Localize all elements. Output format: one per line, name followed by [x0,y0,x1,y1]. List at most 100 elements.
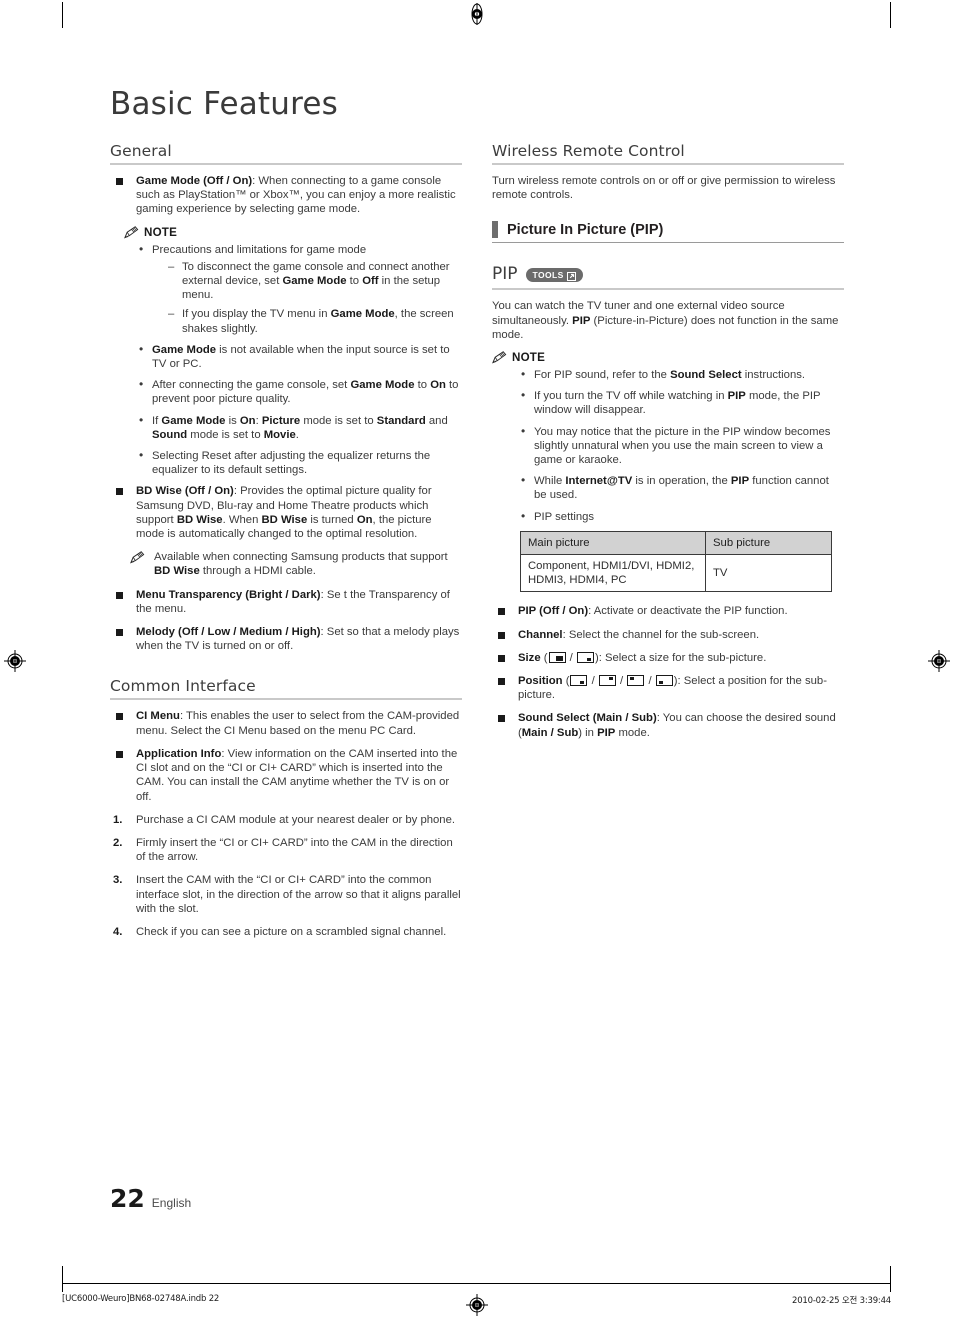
pip-size-small-icon [576,651,594,663]
list-item: Precautions and limitations for game mod… [138,242,462,336]
list-item-bd-wise: BD Wise (Off / On): Provides the optimal… [110,484,462,541]
square-bullet-icon [116,713,123,721]
sub-note-bd-wise: Available when connecting Samsung produc… [124,550,462,578]
sub-note-text: Available when connecting Samsung produc… [154,551,448,578]
note-list-general: Precautions and limitations for game mod… [138,242,462,478]
footer-timestamp: 2010-02-25 오전 3:39:44 [791,1296,891,1306]
list-item: While Internet@TV is in operation, the P… [520,473,844,502]
step-text: Firmly insert the “CI or CI+ CARD” into … [136,836,453,864]
note-list-pip: For PIP sound, refer to the Sound Select… [520,367,844,524]
list-item: Selecting Reset after adjusting the equa… [138,448,462,477]
note-header: NOTE [492,351,844,364]
square-bullet-icon [116,178,123,185]
item-label: Position [518,675,563,688]
step-number: 2. [113,836,123,849]
list-item-pip-sound-select: Sound Select (Main / Sub): You can choos… [492,711,844,739]
step-text: Purchase a CI CAM module at your nearest… [136,813,455,826]
list-item-melody: Melody (Off / Low / Medium / High): Set … [110,625,462,653]
pencil-icon [124,225,139,239]
item-label: Application Info [136,747,222,760]
pip-position-top-right-icon [598,675,616,687]
item-label: Channel [518,628,563,641]
note-text: Precautions and limitations for game mod… [152,243,367,256]
section-heading-wireless-remote-control: Wireless Remote Control [492,142,685,160]
square-bullet-icon [498,608,505,616]
square-bullet-icon [116,629,123,637]
registration-mark-icon [466,1294,488,1316]
crop-mark-top-right [890,2,891,28]
item-label: Size [518,651,541,664]
column-header-main-picture: Main picture [520,530,706,556]
page-number-block: 22 English [110,1184,191,1213]
crop-mark-bottom-left [62,1266,63,1292]
item-text: : Select a size for the sub-picture. [598,651,767,664]
left-column: General Game Mode (Off / On): When conne… [110,142,462,948]
divider [492,288,844,291]
list-item: You may notice that the picture in the P… [520,424,844,468]
item-text: : This enables the user to select from t… [136,710,460,737]
numbered-step: 4. Check if you can see a picture on a s… [110,925,462,939]
pip-settings-table: Main picture Sub picture Component, HDMI… [520,530,832,593]
numbered-step: 3. Insert the CAM with the “CI or CI+ CA… [110,873,462,916]
document-page: Basic Features General Game Mode (Off / … [0,0,954,1321]
item-label: Menu Transparency (Bright / Dark) [136,588,321,601]
subsection-picture-in-picture: Picture In Picture (PIP) [492,221,844,239]
pip-position-bottom-left-icon [655,675,673,687]
tools-badge[interactable]: TOOLS [525,268,583,283]
pencil-icon [492,351,507,364]
registration-mark-icon [928,650,950,672]
subsection-label: Picture In Picture (PIP) [507,221,664,238]
table-row: Component, HDMI1/DVI, HDMI2, HDMI3, HDMI… [520,554,832,593]
numbered-step: 1. Purchase a CI CAM module at your near… [110,813,462,827]
pip-position-top-left-icon [627,675,645,687]
list-item: PIP settings [520,509,844,524]
list-item-pip-channel: Channel: Select the channel for the sub-… [492,628,844,642]
divider [110,698,462,701]
tools-arrow-icon [566,271,576,281]
list-item-application-info: Application Info: View information on th… [110,747,462,804]
numbered-step: 2. Firmly insert the “CI or CI+ CARD” in… [110,836,462,864]
pencil-icon [130,551,145,564]
item-label: Game Mode (Off / On) [136,175,253,187]
square-bullet-icon [116,591,123,599]
column-header-sub-picture: Sub picture [705,530,832,556]
item-label: CI Menu [136,710,180,723]
square-bullet-icon [498,715,505,723]
cell-main-picture: Component, HDMI1/DVI, HDMI2, HDMI3, HDMI… [520,554,706,593]
registration-mark-icon [466,3,488,25]
list-item-pip-toggle: PIP (Off / On): Activate or deactivate t… [492,604,844,618]
square-bullet-icon [498,654,505,662]
item-text: : Activate or deactivate the PIP functio… [588,605,788,618]
list-item: If you display the TV menu in Game Mode,… [168,307,462,335]
list-item-pip-position: Position ( / / / ): Select a position fo… [492,674,844,702]
square-bullet-icon [116,750,123,758]
item-label: BD Wise (Off / On) [136,485,234,498]
page-language: English [151,1196,192,1210]
wireless-body-text: Turn wireless remote controls on or off … [492,175,836,202]
list-item-menu-transparency: Menu Transparency (Bright / Dark): Se t … [110,588,462,616]
step-number: 4. [113,925,123,938]
note-label: NOTE [144,225,178,239]
crop-mark-top-left [62,2,63,28]
pip-title: PIP [492,264,518,285]
cell-sub-picture: TV [705,554,832,593]
sub-note-list: To disconnect the game console and conne… [168,260,462,336]
square-bullet-icon [498,631,505,639]
list-item-game-mode: Game Mode (Off / On): When connecting to… [110,174,462,217]
pip-size-big-icon [548,651,566,663]
list-item-pip-size: Size ( / ): Select a size for the sub-pi… [492,651,844,665]
footer-file-reference: [UC6000-Weuro]BN68-02748A.indb 22 [62,1294,220,1304]
square-bullet-icon [116,488,123,496]
step-number: 3. [113,874,123,887]
list-item: Game Mode is not available when the inpu… [138,342,462,371]
table-header-row: Main picture Sub picture [520,530,832,556]
list-item: If Game Mode is On: Picture mode is set … [138,413,462,442]
item-text: : Select the channel for the sub-screen. [562,628,760,641]
crop-mark-bottom-right [890,1266,891,1292]
page-title: Basic Features [110,86,339,122]
glyph-group: ( / / / ) [562,675,678,688]
footer-divider [62,1283,891,1284]
registration-mark-icon [4,650,26,672]
square-bullet-icon [498,678,505,686]
page-number: 22 [110,1184,145,1213]
